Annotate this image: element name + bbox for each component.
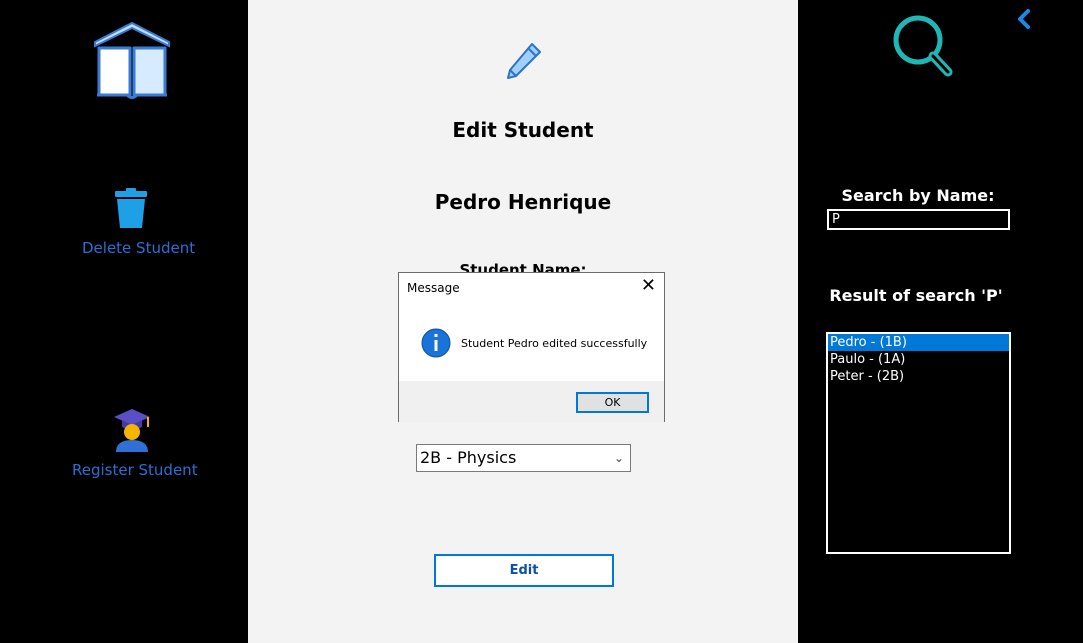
class-select[interactable]: 2B - Physics ⌄ [416, 444, 631, 472]
register-student-link[interactable]: Register Student [72, 461, 198, 479]
edit-button[interactable]: Edit [434, 554, 614, 587]
message-dialog: Message ✕ Student Pedro edited successfu… [398, 272, 665, 422]
dialog-title: Message [407, 281, 460, 295]
page-title: Edit Student [452, 118, 594, 142]
delete-student-link[interactable]: Delete Student [82, 239, 195, 257]
close-icon[interactable]: ✕ [641, 277, 656, 295]
trash-icon[interactable] [113, 188, 149, 230]
search-label: Search by Name: [841, 186, 995, 205]
list-item[interactable]: Pedro - (1B) [828, 334, 1009, 351]
list-item[interactable]: Peter - (2B) [828, 368, 1009, 385]
list-item[interactable]: Paulo - (1A) [828, 351, 1009, 368]
search-input[interactable] [827, 209, 1010, 230]
graduate-student-icon[interactable] [112, 407, 152, 453]
info-icon [421, 328, 451, 358]
results-heading: Result of search 'P' [829, 286, 1003, 305]
class-select-value: 2B - Physics [420, 448, 517, 467]
search-magnifier-icon [890, 14, 962, 80]
book-logo-icon [92, 20, 172, 102]
chevron-down-icon: ⌄ [613, 451, 624, 465]
pencil-icon [502, 40, 544, 82]
back-chevron-icon[interactable] [1014, 8, 1034, 30]
ok-button[interactable]: OK [576, 392, 649, 413]
dialog-message: Student Pedro edited successfully [461, 337, 648, 350]
search-results-list[interactable]: Pedro - (1B) Paulo - (1A) Peter - (2B) [826, 332, 1011, 554]
student-display-name: Pedro Henrique [434, 190, 612, 214]
